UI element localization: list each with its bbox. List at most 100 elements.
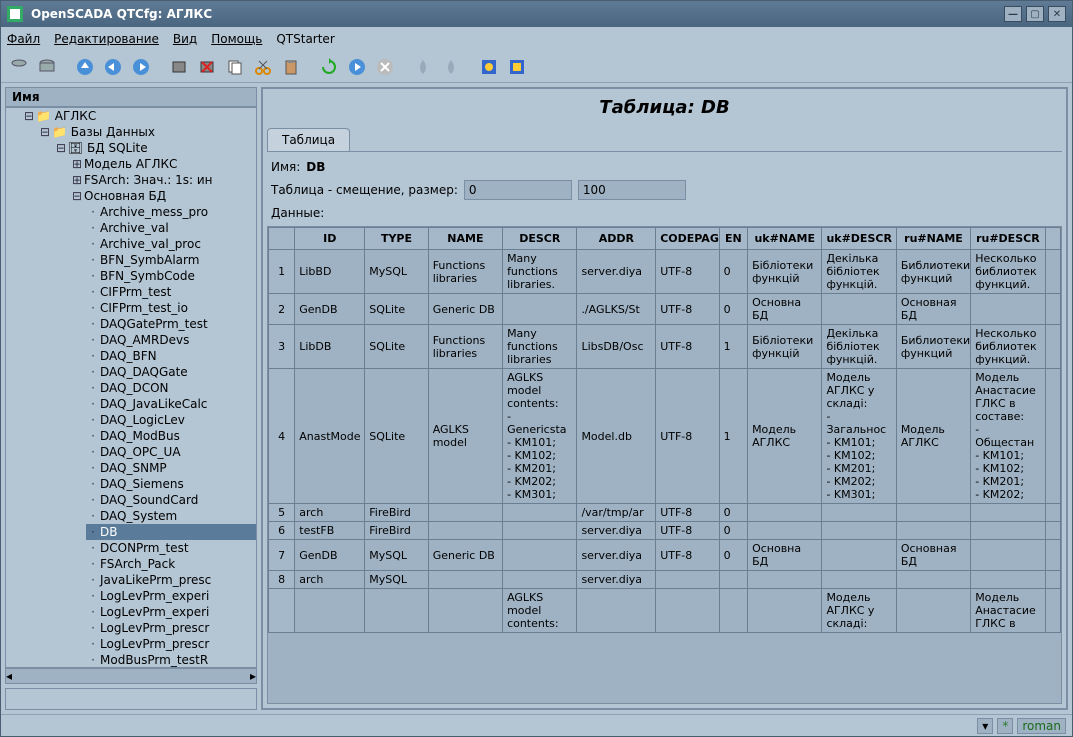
col-header[interactable]: ADDR (577, 228, 656, 250)
tree-item[interactable]: ·CIFPrm_test (86, 284, 256, 300)
tree-item[interactable]: ·DAQ_BFN (86, 348, 256, 364)
window-title: OpenSCADA QTCfg: АГЛКС (31, 7, 212, 21)
tree-item[interactable]: ·DAQ_AMRDevs (86, 332, 256, 348)
tree-item[interactable]: ·LogLevPrm_prescr (86, 620, 256, 636)
tree-item[interactable]: ·Archive_val (86, 220, 256, 236)
col-header[interactable]: uk#NAME (748, 228, 822, 250)
tree-item[interactable]: ·Archive_mess_pro (86, 204, 256, 220)
tree-footer-box (5, 688, 257, 710)
col-header[interactable]: DESCR (503, 228, 577, 250)
form-area: Имя: DB Таблица - смещение, размер: Данн… (267, 152, 1062, 226)
tree-item[interactable]: ·Archive_val_proc (86, 236, 256, 252)
data-table[interactable]: IDTYPENAMEDESCRADDRCODEPAGEENuk#NAMEuk#D… (268, 227, 1061, 633)
cut-icon[interactable] (251, 55, 275, 79)
refresh-icon[interactable] (317, 55, 341, 79)
workspace: Имя ⊟📁 АГЛКС⊟📁 Базы Данных⊟🗄 БД SQLite⊞М… (1, 83, 1072, 714)
maximize-button[interactable]: ▢ (1026, 6, 1044, 22)
tree-item[interactable]: ·LogLevPrm_prescr (86, 636, 256, 652)
tree-pane: Имя ⊟📁 АГЛКС⊟📁 Базы Данных⊟🗄 БД SQLite⊞М… (5, 87, 257, 710)
tree-item[interactable]: ·DAQ_OPC_UA (86, 444, 256, 460)
tree-item[interactable]: ⊟📁 Базы Данных (38, 124, 256, 140)
item-del-icon[interactable] (195, 55, 219, 79)
tree-hscroll[interactable]: ◂▸ (5, 668, 257, 684)
tree-item[interactable]: ·DB (86, 524, 256, 540)
tree-item[interactable]: ⊞FSArch: Знач.: 1s: ин (70, 172, 256, 188)
tree-item[interactable]: ·DAQ_ModBus (86, 428, 256, 444)
col-header[interactable]: ID (295, 228, 365, 250)
col-header[interactable]: NAME (428, 228, 502, 250)
tree-item[interactable]: ·FSArch_Pack (86, 556, 256, 572)
tab-strip: Таблица (267, 128, 1062, 152)
stop-icon[interactable] (373, 55, 397, 79)
tree-item[interactable]: ·DAQ_Siemens (86, 476, 256, 492)
size-input[interactable] (578, 180, 686, 200)
menu-help[interactable]: Помощь (211, 32, 262, 46)
table-row[interactable]: 4AnastModeSQLiteAGLKS modelAGLKS model c… (269, 369, 1061, 504)
menu-edit[interactable]: Редактирование (54, 32, 159, 46)
tree-item[interactable]: ·DAQGatePrm_test (86, 316, 256, 332)
table-row[interactable]: 7GenDBMySQLGeneric DBserver.diyaUTF-80Ос… (269, 540, 1061, 571)
table-row[interactable]: 6testFBFireBirdserver.diyaUTF-80 (269, 522, 1061, 540)
module2-icon[interactable] (505, 55, 529, 79)
tree-item[interactable]: ·BFN_SymbAlarm (86, 252, 256, 268)
status-dropdown[interactable]: ▾ (977, 718, 993, 734)
col-header[interactable]: TYPE (365, 228, 428, 250)
nav-back-icon[interactable] (101, 55, 125, 79)
nav-tree[interactable]: ⊟📁 АГЛКС⊟📁 Базы Данных⊟🗄 БД SQLite⊞Модел… (5, 107, 257, 668)
table-row[interactable]: 1LibBDMySQLFunctions librariesMany funct… (269, 250, 1061, 294)
tree-item[interactable]: ·BFN_SymbCode (86, 268, 256, 284)
tree-item[interactable]: ·LogLevPrm_experi (86, 588, 256, 604)
tree-item[interactable]: ·JavaLikePrm_presc (86, 572, 256, 588)
close-button[interactable]: ✕ (1048, 6, 1066, 22)
db-save-icon[interactable] (35, 55, 59, 79)
tab-table[interactable]: Таблица (267, 128, 350, 151)
table-row[interactable]: AGLKS model contents:Модель АГЛКС у скла… (269, 589, 1061, 633)
tree-item[interactable]: ·ModBusPrm_testR (86, 652, 256, 668)
col-header[interactable]: EN (719, 228, 747, 250)
item-add-icon[interactable] (167, 55, 191, 79)
tree-item[interactable]: ·DAQ_SNMP (86, 460, 256, 476)
tree-item[interactable]: ·DCONPrm_test (86, 540, 256, 556)
tree-item[interactable]: ·DAQ_DCON (86, 380, 256, 396)
droplet-icon[interactable] (411, 55, 435, 79)
col-header[interactable]: ru#NAME (896, 228, 970, 250)
tree-item[interactable]: ⊞Модель АГЛКС (70, 156, 256, 172)
status-user[interactable]: roman (1017, 718, 1066, 734)
menu-qtstarter[interactable]: QTStarter (276, 32, 334, 46)
menu-file[interactable]: Файл (7, 32, 40, 46)
table-row[interactable]: 3LibDBSQLiteFunctions librariesMany func… (269, 325, 1061, 369)
droplet2-icon[interactable] (439, 55, 463, 79)
nav-up-icon[interactable] (73, 55, 97, 79)
tree-item[interactable]: ·DAQ_DAQGate (86, 364, 256, 380)
module1-icon[interactable] (477, 55, 501, 79)
table-row[interactable]: 8archMySQLserver.diya (269, 571, 1061, 589)
minimize-button[interactable]: — (1004, 6, 1022, 22)
nav-forward-icon[interactable] (129, 55, 153, 79)
tree-item[interactable]: ⊟Основная БД (70, 188, 256, 204)
tree-item[interactable]: ⊟📁 АГЛКС (22, 108, 256, 124)
col-header[interactable]: ru#DESCR (971, 228, 1045, 250)
content-pane: Таблица: DB Таблица Имя: DB Таблица - см… (261, 87, 1068, 710)
tree-header: Имя (5, 87, 257, 107)
tree-item[interactable]: ·LogLevPrm_experi (86, 604, 256, 620)
titlebar[interactable]: OpenSCADA QTCfg: АГЛКС — ▢ ✕ (1, 1, 1072, 27)
tree-item[interactable]: ·CIFPrm_test_io (86, 300, 256, 316)
table-row[interactable]: 2GenDBSQLiteGeneric DB./AGLKS/StUTF-80Ос… (269, 294, 1061, 325)
col-header[interactable]: CODEPAGE (656, 228, 719, 250)
app-icon (7, 6, 23, 22)
tree-item[interactable]: ⊟🗄 БД SQLite (54, 140, 256, 156)
db-load-icon[interactable] (7, 55, 31, 79)
paste-icon[interactable] (279, 55, 303, 79)
table-row[interactable]: 5archFireBird/var/tmp/arUTF-80 (269, 504, 1061, 522)
name-label: Имя: (271, 160, 300, 174)
menu-view[interactable]: Вид (173, 32, 197, 46)
tree-item[interactable]: ·DAQ_SoundCard (86, 492, 256, 508)
col-header[interactable]: uk#DESCR (822, 228, 896, 250)
tree-item[interactable]: ·DAQ_JavaLikeCalc (86, 396, 256, 412)
offset-label: Таблица - смещение, размер: (271, 183, 458, 197)
copy-icon[interactable] (223, 55, 247, 79)
run-icon[interactable] (345, 55, 369, 79)
offset-input[interactable] (464, 180, 572, 200)
tree-item[interactable]: ·DAQ_System (86, 508, 256, 524)
tree-item[interactable]: ·DAQ_LogicLev (86, 412, 256, 428)
